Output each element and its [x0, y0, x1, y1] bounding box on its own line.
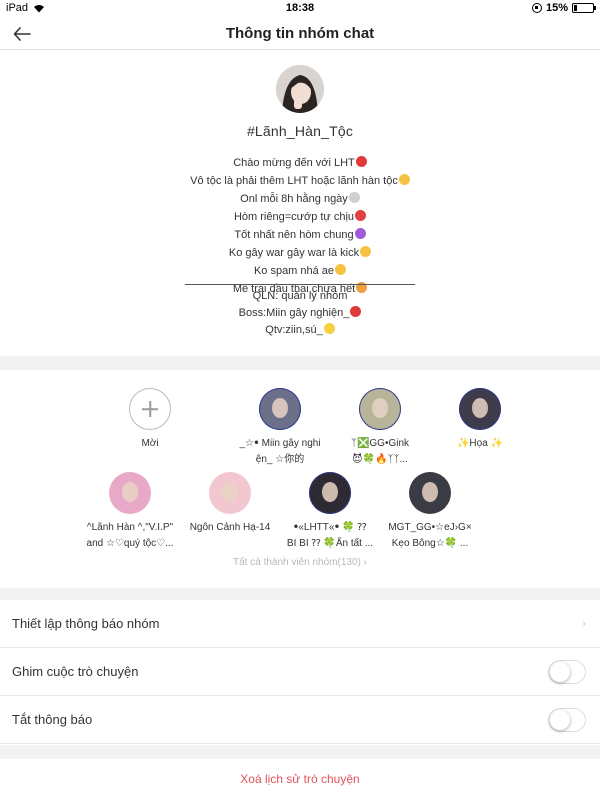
- avatar: [309, 472, 351, 514]
- emoji-icon: [355, 156, 367, 167]
- group-avatar[interactable]: [276, 65, 324, 113]
- member-name: MGT_GG•☆eJ›G× Kẹo Bông☆🍀 ...: [365, 520, 495, 552]
- member-item[interactable]: ✨Họa ✨: [415, 388, 545, 452]
- emoji-icon: [355, 210, 367, 221]
- role-text: QLN: quản lý nhóm: [252, 290, 348, 302]
- battery-icon: [572, 3, 596, 13]
- pin-chat-toggle[interactable]: [548, 660, 586, 684]
- chevron-right-icon: ›: [582, 618, 586, 630]
- heart-icon: [350, 306, 362, 317]
- emoji-icon: [348, 192, 360, 203]
- pin-chat-label: Ghim cuộc trò chuyện: [12, 664, 139, 679]
- all-members-link[interactable]: Tất cả thành viên nhóm(130) ›: [0, 557, 600, 568]
- status-time: 18:38: [285, 2, 315, 14]
- section-gap: [0, 356, 600, 370]
- description-text: Hòm riêng=cướp tự chịu: [233, 211, 355, 223]
- avatar: [409, 472, 451, 514]
- mute-toggle[interactable]: [548, 708, 586, 732]
- description-text: Onl mỗi 8h hằng ngày: [240, 193, 348, 205]
- group-name: #Lãnh_Hàn_Tộc: [246, 123, 354, 139]
- role-text: Boss:Miin gây nghiện_: [238, 307, 350, 319]
- section-gap: [0, 745, 600, 759]
- description-text: Ko spam nhá ae: [253, 265, 335, 277]
- invite-member-button[interactable]: Mời: [85, 388, 215, 452]
- role-line: QLN: quản lý nhóm: [0, 288, 600, 305]
- members-grid: Mời _☆ꔷ Miin gây nghi ện_ ☆你的 ᛉ❎GG•Gink 😈🍀🔥…: [0, 370, 600, 588]
- description-line: Hòm riêng=cướp tự chịu: [0, 208, 600, 226]
- mute-label: Tắt thông báo: [12, 712, 93, 727]
- avatar-frame: [309, 472, 351, 514]
- group-profile: #Lãnh_Hàn_Tộc Chào mừng đến với LHT Vô tộ…: [0, 51, 600, 356]
- role-text: Qtv:ziin,sú_: [265, 324, 323, 336]
- page-title: Thông tin nhóm chat: [225, 25, 375, 42]
- description-divider: [185, 284, 415, 285]
- avatar-frame: [459, 388, 501, 430]
- avatar-frame: [359, 388, 401, 430]
- notification-settings-label: Thiết lập thông báo nhóm: [12, 616, 160, 631]
- avatar: [259, 388, 301, 430]
- group-description: Chào mừng đến với LHT Vô tộc là phải thêm…: [0, 154, 600, 298]
- battery-percent: 15%: [545, 2, 568, 14]
- emoji-icon: [354, 228, 366, 239]
- member-name-line: 😈🍀🔥ᛉᛉ...: [352, 454, 408, 465]
- description-line: Ko gây war gây war là kick: [0, 244, 600, 262]
- avatar: [459, 388, 501, 430]
- clear-history-button[interactable]: Xoá lịch sử trò chuyện: [0, 772, 600, 786]
- description-line: Ko spam nhá ae: [0, 262, 600, 280]
- avatar-frame: [259, 388, 301, 430]
- description-text: Chào mừng đến với LHT: [233, 157, 355, 169]
- all-members-label: Tất cả thành viên nhóm(130): [233, 557, 361, 568]
- member-item[interactable]: MGT_GG•☆eJ›G× Kẹo Bông☆🍀 ...: [365, 472, 495, 552]
- role-line: Boss:Miin gây nghiện_: [0, 305, 600, 322]
- nav-bar: Thông tin nhóm chat: [0, 18, 600, 50]
- status-bar: iPad 18:38 15%: [0, 0, 600, 18]
- description-text: Ko gây war gây war là kick: [228, 247, 360, 259]
- description-line: Tốt nhất nên hòm chung: [0, 226, 600, 244]
- heart-icon: [323, 323, 335, 334]
- description-line: Onl mỗi 8h hằng ngày: [0, 190, 600, 208]
- member-name-line: ✨Họa ✨: [456, 438, 504, 449]
- chevron-right-icon: ›: [363, 557, 367, 568]
- plus-icon: [129, 388, 171, 430]
- group-roles: QLN: quản lý nhóm Boss:Miin gây nghiện_ Qt…: [0, 288, 600, 339]
- mute-row: Tắt thông báo: [0, 696, 600, 744]
- rotation-lock-icon: [531, 3, 542, 13]
- member-name-line: MGT_GG•☆eJ›G×: [388, 522, 472, 533]
- emoji-icon: [335, 264, 347, 275]
- description-text: Vô tộc là phải thêm LHT hoặc lãnh hàn tộ…: [190, 175, 398, 187]
- emoji-icon: [360, 246, 372, 257]
- description-line: Chào mừng đến với LHT: [0, 154, 600, 172]
- role-line: Qtv:ziin,sú_: [0, 322, 600, 339]
- avatar: [109, 472, 151, 514]
- member-name-line: and ☆♡quý tộc♡...: [86, 538, 174, 549]
- pin-chat-row: Ghim cuộc trò chuyện: [0, 648, 600, 696]
- avatar: [209, 472, 251, 514]
- avatar: [359, 388, 401, 430]
- notification-settings-row[interactable]: Thiết lập thông báo nhóm ›: [0, 600, 600, 648]
- invite-label: Mời: [141, 438, 159, 449]
- member-name-line: Kẹo Bông☆🍀 ...: [391, 538, 469, 549]
- emoji-icon: [398, 174, 410, 185]
- member-name: ✨Họa ✨: [415, 436, 545, 452]
- section-gap: [0, 588, 600, 600]
- description-text: Tốt nhất nên hòm chung: [234, 229, 354, 241]
- avatar-image: [276, 65, 324, 113]
- description-line: Vô tộc là phải thêm LHT hoặc lãnh hàn tộ…: [0, 172, 600, 190]
